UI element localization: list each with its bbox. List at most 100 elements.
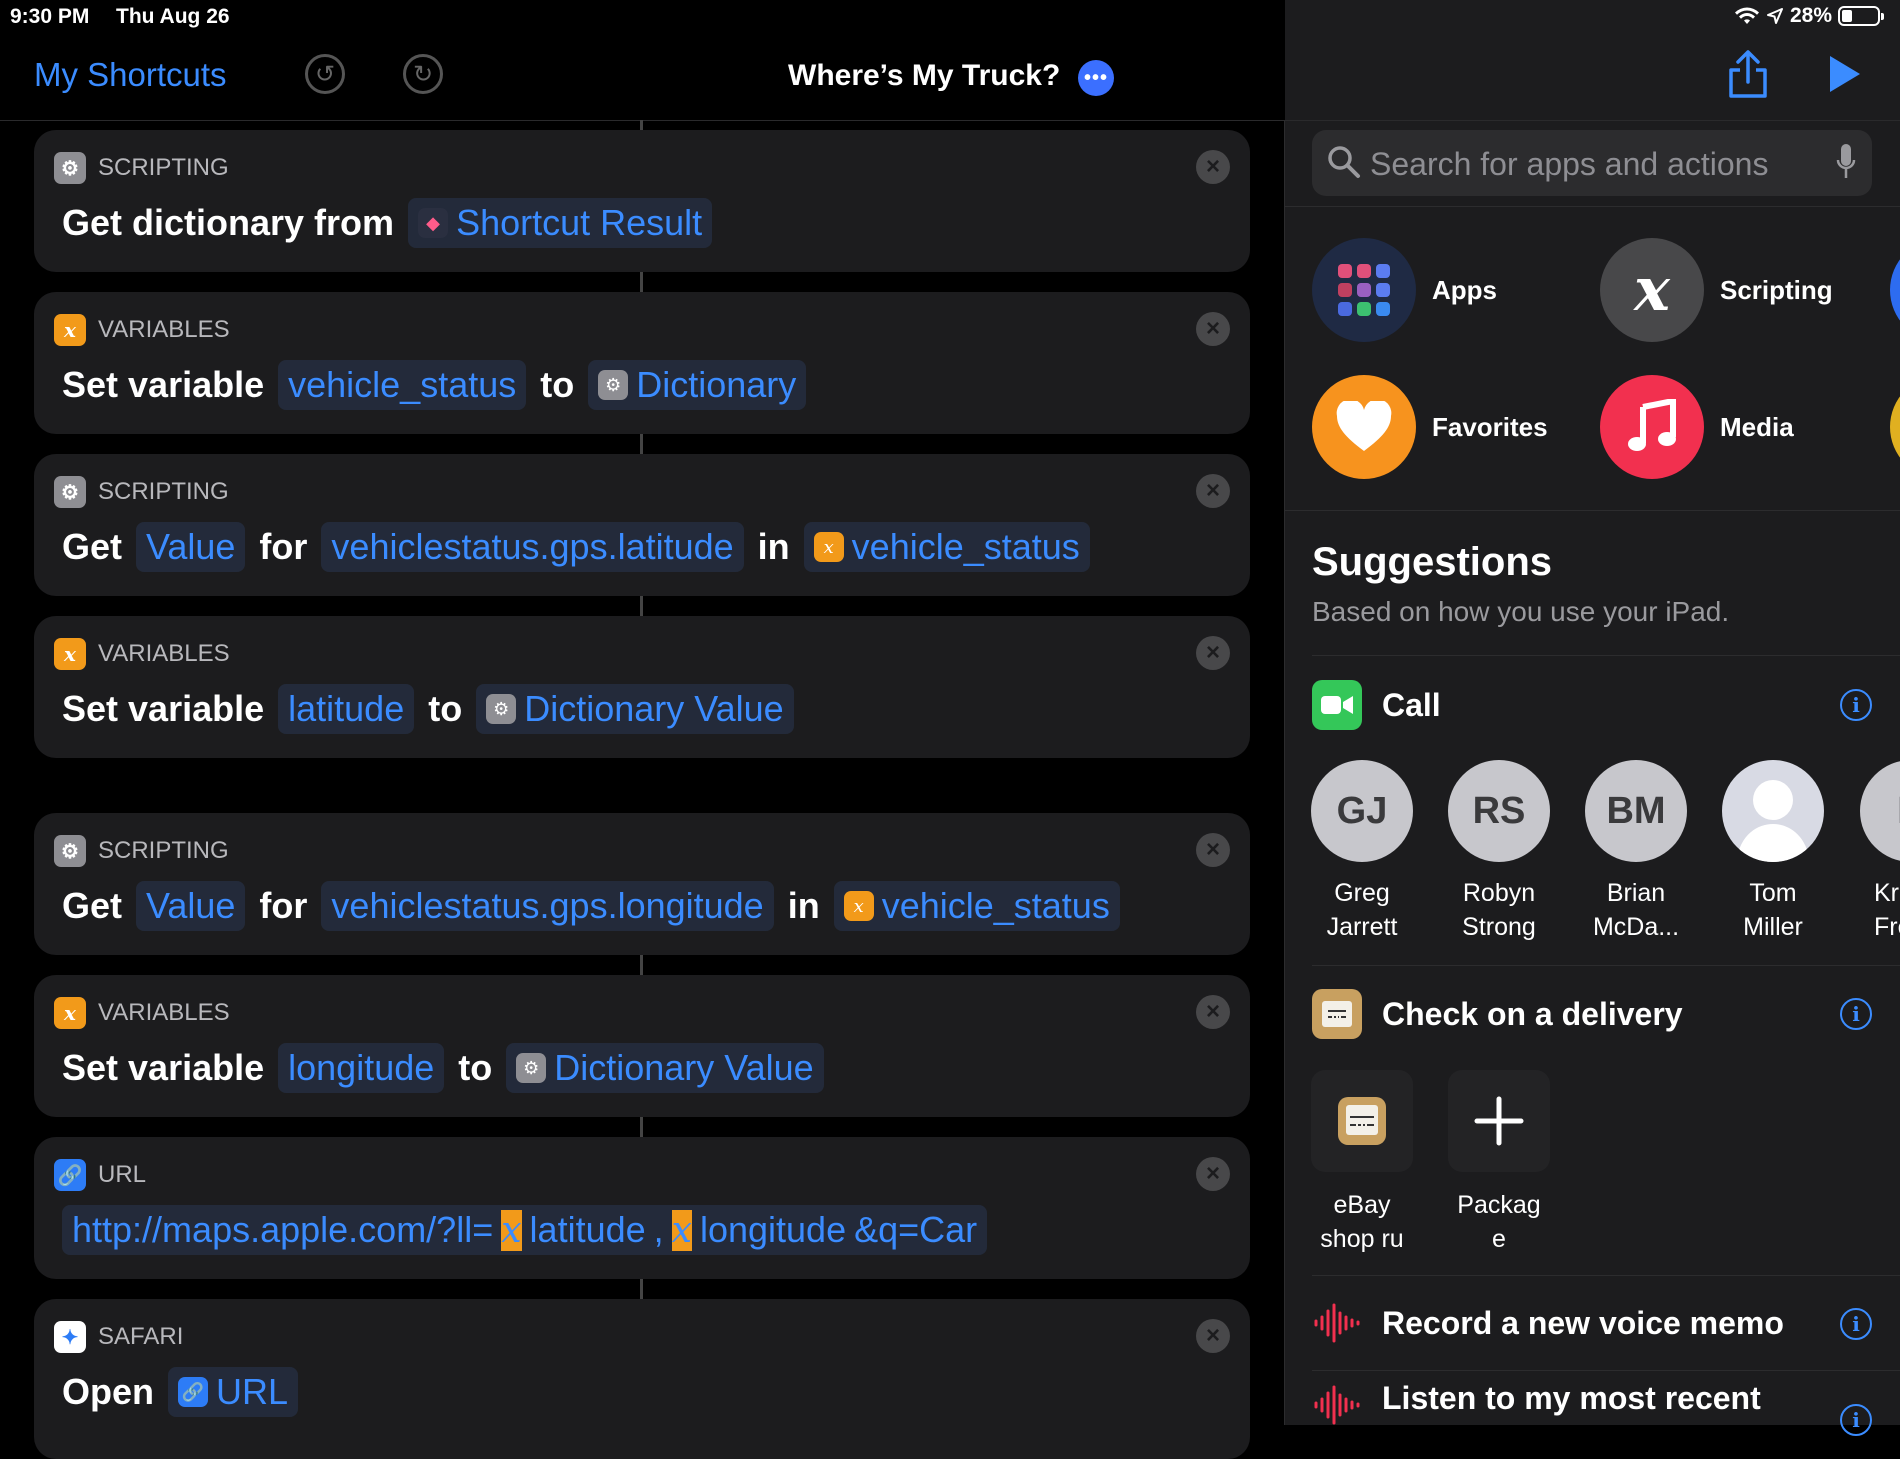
- action-open-url[interactable]: ✦ SAFARI × Open 🔗 URL: [34, 1299, 1250, 1459]
- avatar: GJ: [1311, 760, 1413, 862]
- facetime-video-icon: [1312, 680, 1362, 730]
- remove-action-button[interactable]: ×: [1196, 474, 1230, 508]
- action-text: in: [787, 885, 820, 926]
- action-text: to: [428, 688, 463, 729]
- shortcut-result-token[interactable]: ◆ Shortcut Result: [408, 198, 713, 248]
- key-path-token[interactable]: vehiclestatus.gps.latitude: [321, 522, 744, 572]
- contact-brian-mcda[interactable]: BM Brian McDa...: [1568, 760, 1704, 944]
- action-get-value-longitude[interactable]: ⚙ SCRIPTING × Get Value for vehiclestatus…: [34, 813, 1250, 955]
- variable-name-token[interactable]: longitude: [278, 1043, 445, 1093]
- battery-icon: [1838, 6, 1884, 26]
- suggestion-listen-recent[interactable]: Listen to my most recent: [1312, 1380, 1761, 1425]
- action-get-value-latitude[interactable]: ⚙ SCRIPTING × Get Value for vehiclestatus…: [34, 454, 1250, 596]
- category-media[interactable]: Media: [1600, 375, 1794, 479]
- vehicle-status-token[interactable]: x vehicle_status: [833, 881, 1120, 931]
- action-url[interactable]: 🔗 URL × http://maps.apple.com/?ll= x latit…: [34, 1137, 1250, 1279]
- battery-percent: 28%: [1789, 4, 1832, 27]
- category-label: Media: [1720, 411, 1794, 442]
- category-favorites[interactable]: Favorites: [1312, 375, 1548, 479]
- divider: [1312, 655, 1900, 656]
- flow-connector: [640, 272, 643, 292]
- delivery-ebay-shop[interactable]: eBay shop ru: [1294, 1070, 1430, 1256]
- shortcut-title[interactable]: Where’s My Truck?: [788, 59, 1060, 93]
- category-label: Scripting: [1720, 274, 1833, 305]
- remove-action-button[interactable]: ×: [1196, 995, 1230, 1029]
- scripting-x-icon: x: [1600, 238, 1704, 342]
- gear-icon: ⚙: [486, 694, 517, 724]
- category-apps[interactable]: Apps: [1312, 238, 1497, 342]
- action-body: Get dictionary from ◆ Shortcut Result: [62, 198, 726, 248]
- action-text: Set variable: [62, 1047, 265, 1088]
- flow-connector: [640, 1117, 643, 1137]
- contact-tom-miller[interactable]: Tom Miller: [1705, 760, 1841, 944]
- dictionary-value-token[interactable]: ⚙ Dictionary Value: [506, 1043, 824, 1093]
- flow-connector: [640, 955, 643, 975]
- remove-action-button[interactable]: ×: [1196, 636, 1230, 670]
- divider: [1312, 1275, 1900, 1276]
- key-path-token[interactable]: vehiclestatus.gps.longitude: [321, 881, 774, 931]
- remove-action-button[interactable]: ×: [1196, 1157, 1230, 1191]
- search-input[interactable]: [1368, 140, 1812, 188]
- remove-action-button[interactable]: ×: [1196, 312, 1230, 346]
- suggestion-check-delivery[interactable]: Check on a delivery: [1312, 989, 1683, 1039]
- close-icon: ×: [1205, 477, 1220, 504]
- my-shortcuts-button[interactable]: My Shortcuts: [34, 56, 227, 94]
- remove-action-button[interactable]: ×: [1196, 833, 1230, 867]
- action-set-variable-longitude[interactable]: x VARIABLES × Set variable longitude to ⚙…: [34, 975, 1250, 1117]
- info-button[interactable]: i: [1840, 689, 1872, 721]
- action-category: ⚙ SCRIPTING: [54, 835, 229, 867]
- variable-name-token[interactable]: vehicle_status: [278, 360, 527, 410]
- contact-name: KrFre: [1874, 879, 1900, 941]
- contact-name: Greg Jarrett: [1326, 879, 1398, 941]
- gear-icon: ⚙: [54, 835, 86, 867]
- flow-connector: [640, 434, 643, 454]
- longitude-variable[interactable]: longitude: [700, 1209, 846, 1251]
- close-icon: ×: [1205, 315, 1220, 342]
- suggestion-call[interactable]: Call: [1312, 680, 1441, 730]
- more-options-button[interactable]: •••: [1078, 60, 1114, 96]
- url-token[interactable]: 🔗 URL: [168, 1367, 299, 1417]
- variable-icon: x: [54, 638, 86, 670]
- action-body: Set variable longitude to ⚙ Dictionary Va…: [62, 1043, 838, 1093]
- value-token[interactable]: Value: [136, 522, 246, 572]
- delivery-add-package[interactable]: Packag e: [1431, 1070, 1567, 1256]
- redo-button[interactable]: ↻: [403, 54, 443, 94]
- contact-robyn-strong[interactable]: RS Robyn Strong: [1431, 760, 1567, 944]
- gear-icon: ⚙: [54, 476, 86, 508]
- share-icon[interactable]: [1726, 48, 1770, 100]
- close-icon: ×: [1205, 1160, 1220, 1187]
- action-get-dictionary[interactable]: ⚙ SCRIPTING × Get dictionary from ◆ Shortc…: [34, 130, 1250, 272]
- latitude-variable[interactable]: latitude: [530, 1209, 646, 1251]
- undo-button[interactable]: ↺: [305, 54, 345, 94]
- action-search-bar[interactable]: [1312, 130, 1872, 196]
- ellipsis-icon: •••: [1083, 66, 1108, 89]
- url-field[interactable]: http://maps.apple.com/?ll= x latitude , x…: [62, 1205, 988, 1255]
- suggestion-record-voice-memo[interactable]: Record a new voice memo: [1312, 1298, 1784, 1348]
- close-icon: ×: [1205, 1322, 1220, 1349]
- info-button[interactable]: i: [1840, 998, 1872, 1030]
- dictionary-token[interactable]: ⚙ Dictionary: [588, 360, 807, 410]
- gear-icon: ⚙: [516, 1053, 547, 1083]
- avatar: BM: [1585, 760, 1687, 862]
- variable-name-token[interactable]: latitude: [278, 684, 415, 734]
- value-token[interactable]: Value: [136, 881, 246, 931]
- info-button[interactable]: i: [1840, 1308, 1872, 1340]
- info-button[interactable]: i: [1840, 1404, 1872, 1436]
- microphone-icon[interactable]: [1836, 142, 1856, 182]
- remove-action-button[interactable]: ×: [1196, 1319, 1230, 1353]
- url-text[interactable]: http://maps.apple.com/?ll= x latitude , x…: [62, 1205, 988, 1255]
- vehicle-status-token[interactable]: x vehicle_status: [803, 522, 1090, 572]
- contact-greg-jarrett[interactable]: GJ Greg Jarrett: [1294, 760, 1430, 944]
- music-note-icon: [1600, 375, 1704, 479]
- close-icon: ×: [1205, 836, 1220, 863]
- action-set-variable-vehicle-status[interactable]: x VARIABLES × Set variable vehicle_status…: [34, 292, 1250, 434]
- category-scripting[interactable]: x Scripting: [1600, 238, 1833, 342]
- contact-partial[interactable]: K KrFre: [1842, 760, 1900, 944]
- action-category: ✦ SAFARI: [54, 1321, 183, 1353]
- remove-action-button[interactable]: ×: [1196, 150, 1230, 184]
- action-set-variable-latitude[interactable]: x VARIABLES × Set variable latitude to ⚙ D…: [34, 616, 1250, 758]
- undo-icon: ↺: [314, 60, 336, 88]
- run-play-icon[interactable]: [1826, 54, 1862, 94]
- action-text: for: [259, 885, 308, 926]
- dictionary-value-token[interactable]: ⚙ Dictionary Value: [476, 684, 794, 734]
